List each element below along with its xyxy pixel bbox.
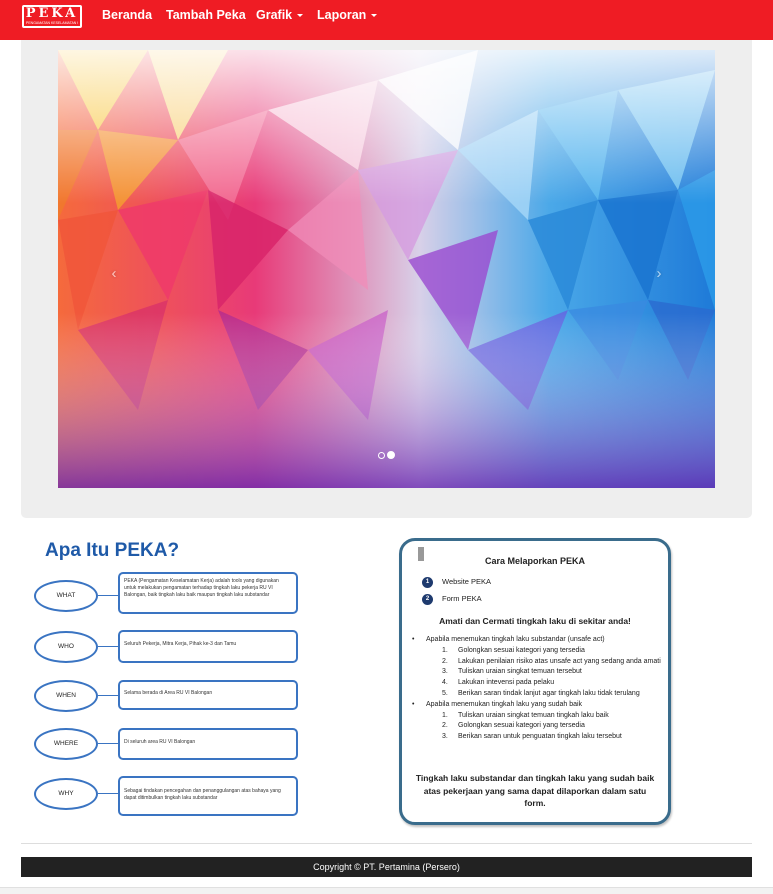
step-label: Form PEKA	[442, 594, 482, 603]
step-item: 2 Form PEKA	[422, 593, 482, 605]
logo-text: PEKA	[25, 6, 79, 21]
carousel-slide-image	[58, 50, 715, 488]
connector-line	[98, 646, 120, 647]
brand-logo[interactable]: PEKA PENGAMATAN KESELAMATAN KERJA	[22, 5, 82, 28]
info-row-when: WHEN Selama berada di Area RU VI Balonga…	[30, 680, 310, 728]
image-carousel: ‹ ›	[58, 50, 715, 488]
jumbotron: ‹ ›	[21, 40, 752, 518]
numbered-item: 3. Berikan saran untuk penguatan tingkah …	[442, 733, 622, 741]
step-number-badge: 2	[422, 593, 433, 605]
connector-line	[98, 743, 120, 744]
numbered-item: 5. Berikan saran tindak lanjut agar tingk…	[442, 689, 640, 697]
question-label: WHAT	[34, 580, 98, 612]
numbered-item: 4. Lakukan intevensi pada pelaku	[442, 679, 555, 687]
numbered-item: 1. Tuliskan uraian singkat temuan tingkah…	[442, 711, 609, 719]
carousel-next-button[interactable]: ›	[649, 260, 669, 288]
question-label: WHY	[34, 778, 98, 810]
infographic-footer-note: Tingkah laku substandar dan tingkah laku…	[415, 773, 655, 808]
question-label: WHO	[34, 631, 98, 663]
answer-box: PEKA (Pengamatan Keselamatan Kerja) adal…	[118, 572, 298, 614]
logo-subtext: PENGAMATAN KESELAMATAN KERJA	[26, 21, 78, 25]
connector-line	[98, 793, 120, 794]
nav-grafik-dropdown[interactable]: Grafik	[256, 7, 304, 23]
caret-down-icon	[297, 14, 304, 18]
numbered-item: 2. Lakukan penilaian risiko atas unsafe a…	[442, 657, 661, 665]
info-row-where: WHERE Di seluruh area RU VI Balongan	[30, 728, 310, 776]
step-item: 1 Website PEKA	[422, 576, 491, 588]
cara-melaporkan-infographic: Cara Melaporkan PEKA 1 Website PEKA 2 Form…	[399, 538, 671, 825]
carousel-indicator-1[interactable]	[378, 452, 385, 459]
answer-box: Selama berada di Area RU VI Balongan	[118, 680, 298, 710]
caret-down-icon	[371, 14, 378, 18]
page-footer: Copyright © PT. Pertamina (Persero)	[21, 857, 752, 877]
navbar: PEKA PENGAMATAN KESELAMATAN KERJA Berand…	[0, 0, 773, 40]
bullet-item: Apabila menemukan tingkah laku yang suda…	[412, 700, 662, 711]
divider	[21, 843, 752, 844]
question-label: WHEN	[34, 680, 98, 712]
answer-box: Di seluruh area RU VI Balongan	[118, 728, 298, 760]
connector-line	[98, 695, 120, 696]
info-row-who: WHO Seluruh Pekerja, Mitra Kerja, Pihak …	[30, 630, 310, 678]
chevron-right-icon: ›	[656, 265, 662, 282]
nav-tambah-peka[interactable]: Tambah Peka	[166, 7, 246, 23]
bullet-item: Apabila menemukan tingkah laku substanda…	[412, 635, 662, 646]
reporting-instructions-list: Apabila menemukan tingkah laku substanda…	[412, 635, 662, 743]
info-row-why: WHY Sebagai tindakan pencegahan dan pena…	[30, 776, 310, 824]
apa-itu-peka-infographic: Apa Itu PEKA? WHAT PEKA (Pengamatan Kese…	[30, 538, 310, 828]
chevron-left-icon: ‹	[111, 265, 117, 282]
carousel-indicator-2-active[interactable]	[387, 451, 395, 459]
infographic-title: Cara Melaporkan PEKA	[484, 556, 586, 566]
connector-line	[98, 595, 120, 596]
nav-beranda[interactable]: Beranda	[102, 7, 152, 23]
carousel-prev-button[interactable]: ‹	[104, 260, 124, 288]
answer-box: Sebagai tindakan pencegahan dan penanggu…	[118, 776, 298, 816]
info-row-what: WHAT PEKA (Pengamatan Keselamatan Kerja)…	[30, 572, 310, 620]
step-label: Website PEKA	[442, 577, 492, 586]
infographic-heading: Amati dan Cermati tingkah laku di sekita…	[439, 616, 631, 626]
step-number-badge: 1	[422, 576, 433, 588]
numbered-item: 3. Tuliskan uraian singkat temuan tersebu…	[442, 668, 582, 676]
question-label: WHERE	[34, 728, 98, 760]
numbered-item: 2. Golongkan sesuai kategori yang tersedi…	[442, 722, 585, 730]
numbered-item: 1. Golongkan sesuai kategori yang tersedi…	[442, 646, 585, 654]
copyright-text: Copyright © PT. Pertamina (Persero)	[313, 862, 460, 872]
horizontal-scrollbar[interactable]	[0, 887, 773, 894]
infographic-title: Apa Itu PEKA?	[45, 540, 180, 561]
answer-box: Seluruh Pekerja, Mitra Kerja, Pihak ke-3…	[118, 630, 298, 663]
nav-laporan-dropdown[interactable]: Laporan	[317, 7, 378, 23]
